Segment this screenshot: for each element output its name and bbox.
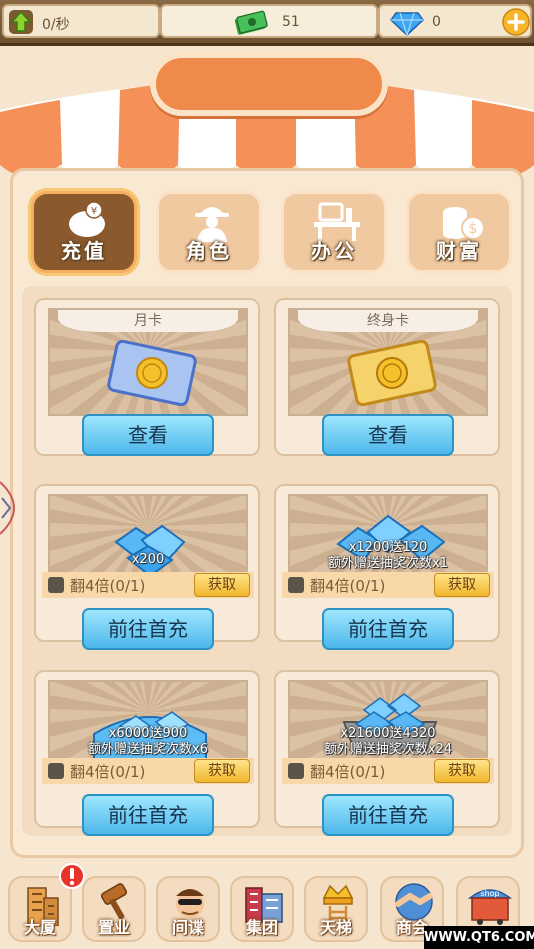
- double-bonus-row: 翻4倍(0/1) 获取: [42, 758, 254, 784]
- offer-amount: x21600送4320: [340, 726, 436, 741]
- double-bonus-checkbox[interactable]: [48, 763, 64, 779]
- diamond-pack-image: x6000送900 额外赠送抽奖次数x6: [48, 680, 248, 760]
- double-bonus-row: 翻4倍(0/1) 获取: [282, 758, 494, 784]
- gold-card-icon: [347, 340, 437, 406]
- claim-button[interactable]: 获取: [434, 573, 490, 597]
- double-bonus-checkbox[interactable]: [288, 763, 304, 779]
- recharge-offer-item: x200 翻4倍(0/1) 获取 前往首充: [34, 484, 260, 650]
- nav-label: 集团: [245, 918, 278, 937]
- view-monthly-card-button[interactable]: 查看: [82, 414, 214, 456]
- monthly-card-item: 月卡 查看: [34, 298, 260, 456]
- double-bonus-row: 翻4倍(0/1) 获取: [282, 572, 494, 598]
- cash-panel: 51: [160, 4, 378, 38]
- first-recharge-button[interactable]: 前往首充: [82, 794, 214, 836]
- nav-label: 间谍: [171, 918, 204, 937]
- shop-sign-board: [150, 52, 388, 116]
- monthly-card-title: 月卡: [58, 310, 238, 332]
- offer-bonus: 额外赠送抽奖次数x1: [328, 556, 448, 571]
- watermark: WWW.QT6.COM: [424, 926, 534, 949]
- recharge-list[interactable]: 月卡 查看 终身卡 查看 x200 翻4倍(0/1) 获取 前往首充 x1200…: [22, 286, 512, 836]
- nav-spy[interactable]: 间谍: [156, 876, 220, 942]
- offer-amount: x200: [131, 552, 165, 567]
- monthly-card-image: 月卡: [48, 308, 248, 416]
- double-bonus-checkbox[interactable]: [48, 577, 64, 593]
- tab-label: 角色: [186, 239, 232, 263]
- lifetime-card-title: 终身卡: [298, 310, 478, 332]
- double-bonus-checkbox[interactable]: [288, 577, 304, 593]
- double-bonus-text: 翻4倍(0/1): [310, 577, 386, 595]
- double-bonus-row: 翻4倍(0/1) 获取: [42, 572, 254, 598]
- offer-bonus: 额外赠送抽奖次数x6: [88, 742, 208, 757]
- income-rate: 0/秒: [42, 17, 70, 33]
- tab-recharge[interactable]: ¥ 充值: [31, 191, 137, 273]
- tab-office[interactable]: 办公: [281, 191, 387, 273]
- double-bonus-text: 翻4倍(0/1): [70, 577, 146, 595]
- recharge-offer-item: x1200送120 额外赠送抽奖次数x1 翻4倍(0/1) 获取 前往首充: [274, 484, 500, 650]
- claim-button[interactable]: 获取: [194, 573, 250, 597]
- nav-label: 天梯: [319, 918, 352, 937]
- double-bonus-text: 翻4倍(0/1): [70, 763, 146, 781]
- first-recharge-button[interactable]: 前往首充: [322, 794, 454, 836]
- lifetime-card-image: 终身卡: [288, 308, 488, 416]
- side-drawer-handle-icon[interactable]: [0, 478, 30, 538]
- piggy-bank-icon: ¥: [69, 201, 105, 237]
- diamond-icon: [390, 12, 424, 36]
- shop-cart-icon: shop: [467, 889, 513, 925]
- tab-wealth[interactable]: $ 财富: [406, 191, 512, 273]
- svg-text:¥: ¥: [91, 206, 97, 217]
- add-diamond-icon[interactable]: [502, 8, 530, 36]
- cash-amount: 51: [282, 14, 300, 30]
- diamond-pack-image: x1200送120 额外赠送抽奖次数x1: [288, 494, 488, 574]
- lifetime-card-item: 终身卡 查看: [274, 298, 500, 456]
- nav-group[interactable]: 集团: [230, 876, 294, 942]
- diamond-pack-image: x21600送4320 额外赠送抽奖次数x24: [288, 680, 488, 760]
- first-recharge-button[interactable]: 前往首充: [82, 608, 214, 650]
- up-arrow-icon: [9, 10, 33, 34]
- double-bonus-text: 翻4倍(0/1): [310, 763, 386, 781]
- claim-button[interactable]: 获取: [194, 759, 250, 783]
- view-lifetime-card-button[interactable]: 查看: [322, 414, 454, 456]
- offer-amount: x6000送900: [108, 726, 188, 741]
- offer-bonus: 额外赠送抽奖次数x24: [323, 742, 453, 757]
- claim-button[interactable]: 获取: [434, 759, 490, 783]
- shop-sign-text: shop: [480, 889, 499, 898]
- tab-character[interactable]: 角色: [156, 191, 262, 273]
- nav-label: 大厦: [23, 918, 56, 937]
- offer-amount: x1200送120: [348, 540, 428, 555]
- income-rate-panel: 0/秒: [2, 4, 160, 38]
- diamond-panel: 0: [378, 4, 532, 38]
- diamond-amount: 0: [432, 14, 441, 30]
- nav-label: 置业: [97, 918, 130, 937]
- tab-label: 办公: [311, 239, 357, 263]
- silver-card-icon: [107, 340, 197, 406]
- nav-ladder[interactable]: 天梯: [304, 876, 368, 942]
- nav-property[interactable]: 置业: [82, 876, 146, 942]
- tab-label: 充值: [61, 239, 107, 263]
- recharge-offer-item: x6000送900 额外赠送抽奖次数x6 翻4倍(0/1) 获取 前往首充: [34, 670, 260, 836]
- first-recharge-button[interactable]: 前往首充: [322, 608, 454, 650]
- tab-label: 财富: [436, 239, 482, 263]
- top-status-bar: 0/秒 51 0: [0, 0, 534, 46]
- diamond-pack-image: x200: [48, 494, 248, 574]
- recharge-offer-item: x21600送4320 额外赠送抽奖次数x24 翻4倍(0/1) 获取 前往首充: [274, 670, 500, 836]
- cash-icon: [234, 10, 268, 35]
